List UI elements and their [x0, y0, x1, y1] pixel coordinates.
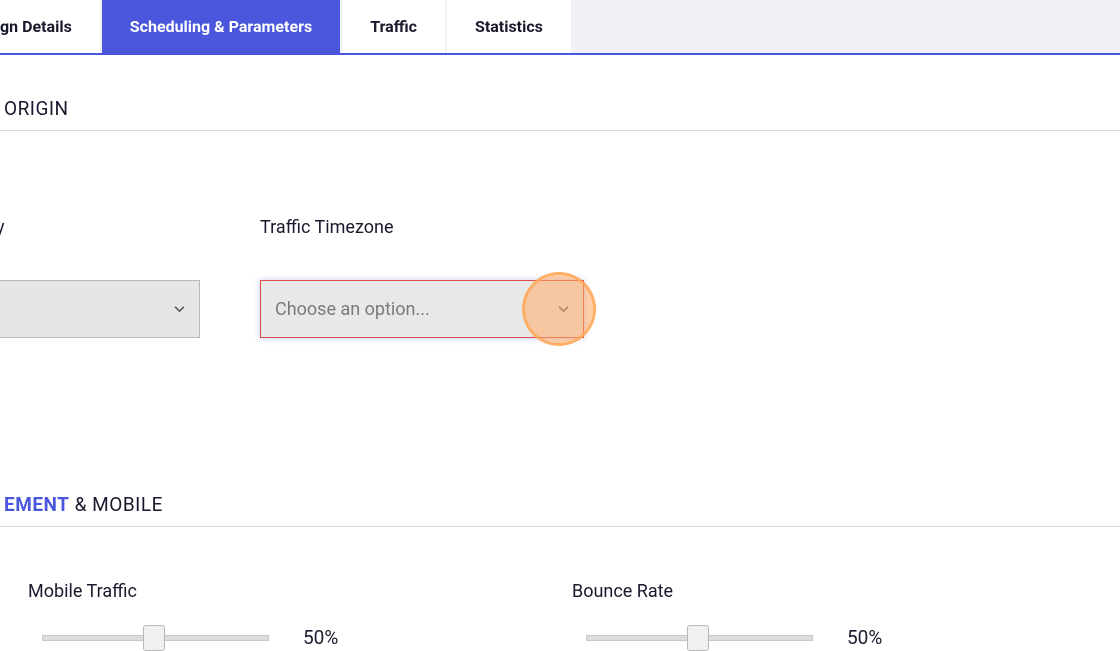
bounce-rate-slider-line: 50%	[572, 626, 1092, 649]
tab-campaign-details[interactable]: gn Details	[0, 0, 100, 53]
bounce-rate-value: 50%	[847, 626, 882, 649]
country-select[interactable]: States	[0, 280, 200, 338]
timezone-label: Traffic Timezone	[260, 217, 620, 238]
sliders-row: Mobile Traffic 50% Bounce Rate 50%	[0, 527, 1120, 649]
section-header-mob-part: & MOBILE	[69, 493, 162, 516]
bounce-rate-slider[interactable]	[586, 635, 813, 641]
country-field: y States	[0, 217, 260, 338]
mobile-traffic-slider[interactable]	[42, 635, 269, 641]
section-header-em-part: EMENT	[4, 493, 69, 516]
tab-traffic[interactable]: Traffic	[342, 0, 445, 53]
tab-scheduling-parameters[interactable]: Scheduling & Parameters	[102, 0, 340, 53]
tabs-bar: gn Details Scheduling & Parameters Traff…	[0, 0, 1120, 55]
bounce-rate-label: Bounce Rate	[572, 581, 1092, 602]
bounce-rate-slider-thumb[interactable]	[687, 625, 709, 651]
mobile-traffic-value: 50%	[303, 626, 338, 649]
timezone-select-placeholder: Choose an option...	[275, 299, 430, 320]
mobile-traffic-label: Mobile Traffic	[28, 581, 548, 602]
country-label: y	[0, 217, 260, 238]
mobile-traffic-field: Mobile Traffic 50%	[28, 581, 548, 649]
chevron-down-icon	[174, 304, 185, 315]
timezone-select[interactable]: Choose an option...	[260, 280, 584, 338]
chevron-down-icon	[558, 304, 569, 315]
content-area: ORIGIN y States Traffic Timezone Choose …	[0, 55, 1120, 649]
origin-fields-row: y States Traffic Timezone Choose an opti…	[0, 131, 1120, 338]
tabs-filler	[573, 0, 1120, 53]
mobile-traffic-slider-thumb[interactable]	[143, 625, 165, 651]
tab-statistics[interactable]: Statistics	[447, 0, 571, 53]
mobile-traffic-slider-line: 50%	[28, 626, 548, 649]
section-header-engagement-mobile: EMENT & MOBILE	[0, 493, 1120, 527]
section-header-origin: ORIGIN	[0, 55, 1120, 131]
bounce-rate-field: Bounce Rate 50%	[572, 581, 1092, 649]
timezone-field: Traffic Timezone Choose an option...	[260, 217, 620, 338]
